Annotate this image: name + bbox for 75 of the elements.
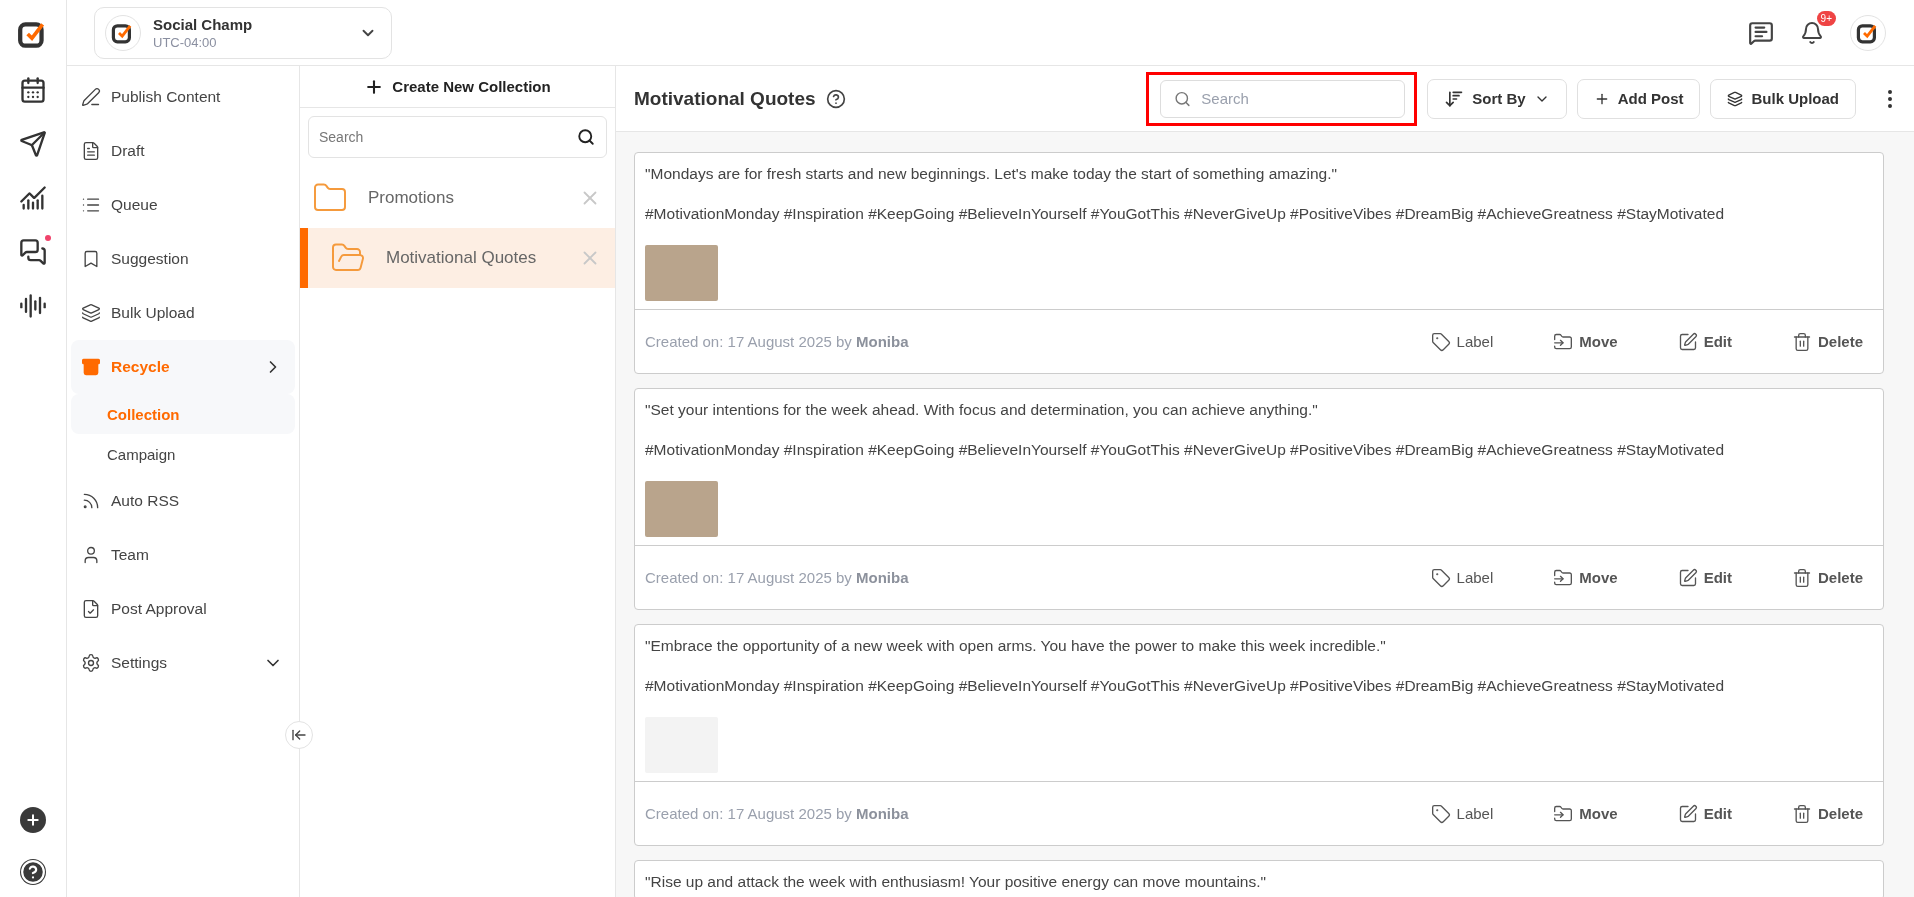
- add-icon[interactable]: [20, 807, 46, 833]
- edit-button[interactable]: Edit: [1671, 566, 1738, 589]
- nav-item[interactable]: Draft: [71, 124, 295, 178]
- tag-icon: [1430, 803, 1451, 824]
- nav-item[interactable]: Queue: [71, 178, 295, 232]
- created-info: Created on: 17 August 2025 by Moniba: [645, 333, 909, 350]
- delete-button[interactable]: Delete: [1785, 330, 1869, 353]
- folder-arrow-icon: [1553, 567, 1574, 588]
- calendar-icon[interactable]: [19, 76, 47, 104]
- archive-icon: [81, 357, 101, 377]
- collection-item[interactable]: Motivational Quotes: [300, 228, 615, 288]
- chart-icon[interactable]: [19, 184, 47, 212]
- trash-icon: [1791, 567, 1812, 588]
- label-button[interactable]: Label: [1424, 330, 1500, 353]
- label-button[interactable]: Label: [1424, 802, 1500, 825]
- nav-item[interactable]: Auto RSS: [71, 474, 295, 528]
- workspace-timezone: UTC-04:00: [153, 34, 218, 50]
- trash-icon: [1791, 803, 1812, 824]
- pen-icon: [81, 87, 101, 107]
- edit-button[interactable]: Edit: [1671, 802, 1738, 825]
- sort-button[interactable]: Sort By: [1427, 78, 1567, 119]
- tag-icon: [1430, 331, 1451, 352]
- search-icon: [577, 128, 595, 146]
- move-button[interactable]: Move: [1547, 566, 1624, 589]
- edit-icon: [1677, 803, 1698, 824]
- nav-subitem[interactable]: Campaign: [71, 434, 295, 474]
- post-hashtags: #MotivationMonday #Inspiration #KeepGoing #BelieveInYourself #YouGotThis #NeverGiveUp #PositiveVibes #DreamBig #AchieveGreatness #StayMotivated: [645, 205, 1725, 223]
- document-icon: [81, 141, 101, 161]
- settings-icon: [81, 653, 101, 673]
- delete-button[interactable]: Delete: [1785, 566, 1869, 589]
- edit-icon: [1677, 331, 1698, 352]
- bulk-upload-button[interactable]: Bulk Upload: [1710, 78, 1856, 119]
- nav-item[interactable]: Settings: [71, 636, 295, 690]
- notification-badge: 9+: [1816, 10, 1836, 26]
- trash-icon: [1791, 331, 1812, 352]
- audio-wave-icon[interactable]: [19, 292, 47, 320]
- post-text: "Set your intentions for the week ahead. With focus and determination, you can achieve anything.": [645, 401, 1319, 419]
- edit-button[interactable]: Edit: [1671, 330, 1738, 353]
- collection-search-field[interactable]: Search: [308, 116, 607, 158]
- post-hashtags: #MotivationMonday #Inspiration #KeepGoing #BelieveInYourself #YouGotThis #NeverGiveUp #PositiveVibes #DreamBig #AchieveGreatness #StayMotivated: [645, 677, 1725, 695]
- move-button[interactable]: Move: [1547, 330, 1624, 353]
- add-post-button[interactable]: Add Post: [1576, 78, 1701, 119]
- post-text: "Rise up and attack the week with enthusiasm! Your positive energy can move mountains.": [645, 873, 1267, 891]
- collapse-arrow-icon: [291, 727, 307, 743]
- workspace-name: Social Champ: [153, 15, 254, 33]
- paper-plane-icon[interactable]: [19, 130, 47, 158]
- page-title: Motivational Quotes: [634, 87, 816, 110]
- nav-item[interactable]: Publish Content: [71, 70, 295, 124]
- created-info: Created on: 17 August 2025 by Moniba: [645, 569, 909, 586]
- nav-item[interactable]: Post Approval: [71, 582, 295, 636]
- search-field[interactable]: Search: [1160, 79, 1406, 118]
- post-text: "Embrace the opportunity of a new week with open arms. You have the power to make this week incredible.": [645, 637, 1387, 655]
- nav-item[interactable]: Bulk Upload: [71, 286, 295, 340]
- nav-item[interactable]: Suggestion: [71, 232, 295, 286]
- layers-icon: [81, 303, 101, 323]
- document-check-icon: [81, 599, 101, 619]
- tag-icon: [1430, 567, 1451, 588]
- move-button[interactable]: Move: [1547, 802, 1624, 825]
- collapse-sidebar-button[interactable]: [285, 721, 313, 749]
- workspace-selector[interactable]: Social Champ UTC-04:00: [94, 6, 392, 59]
- folder-arrow-icon: [1553, 331, 1574, 352]
- message-icon[interactable]: [1748, 19, 1774, 46]
- label-button[interactable]: Label: [1424, 566, 1500, 589]
- collection-item[interactable]: Promotions: [300, 168, 615, 228]
- folder-arrow-icon: [1553, 803, 1574, 824]
- layers-icon: [1727, 90, 1744, 107]
- help-icon[interactable]: [825, 88, 846, 109]
- bell-icon[interactable]: [1800, 20, 1824, 45]
- rss-icon: [81, 491, 101, 511]
- created-info: Created on: 17 August 2025 by Moniba: [645, 805, 909, 822]
- nav-item[interactable]: Team: [71, 528, 295, 582]
- post-hashtags: #MotivationMonday #Inspiration #KeepGoing #BelieveInYourself #YouGotThis #NeverGiveUp #PositiveVibes #DreamBig #AchieveGreatness #StayMotivated: [645, 441, 1725, 459]
- edit-icon: [1677, 567, 1698, 588]
- post-text: "Mondays are for fresh starts and new beginnings. Let's make today the start of something amazing.": [645, 165, 1339, 183]
- delete-button[interactable]: Delete: [1785, 802, 1869, 825]
